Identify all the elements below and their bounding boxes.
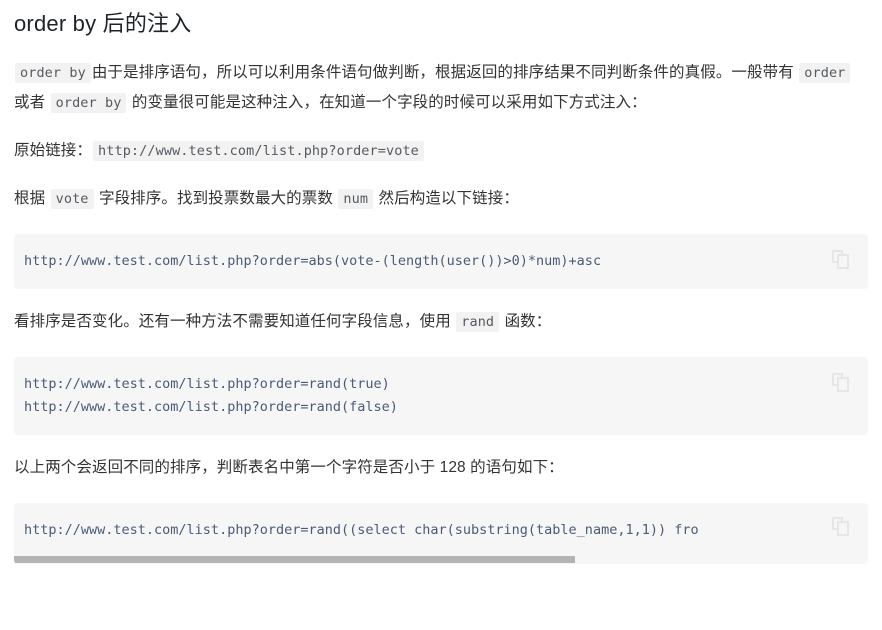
- code-block-abs-payload[interactable]: http://www.test.com/list.php?order=abs(v…: [14, 234, 868, 289]
- inline-code-original-url: http://www.test.com/list.php?order=vote: [93, 141, 424, 161]
- sort-text-2: 字段排序。找到投票数最大的票数: [98, 190, 333, 207]
- inline-code-order-by: order by: [15, 63, 91, 83]
- inline-code-order: order: [799, 63, 851, 83]
- copy-icon-front-sheet: [837, 521, 849, 536]
- paragraph-sort-by-vote: 根据 vote 字段排序。找到投票数最大的票数 num 然后构造以下链接：: [14, 184, 868, 214]
- inline-code-vote: vote: [50, 189, 94, 209]
- rand-text-2: 函数：: [504, 313, 552, 330]
- paragraph-table-name-check: 以上两个会返回不同的排序，判断表名中第一个字符是否小于 128 的语句如下：: [14, 453, 868, 483]
- copy-icon-front-sheet: [837, 377, 849, 392]
- page-title: order by 后的注入: [14, 11, 192, 36]
- code-block-table-name-payload[interactable]: http://www.test.com/list.php?order=rand(…: [14, 503, 868, 564]
- paragraph-intro-text-3: 的变量很可能是这种注入，在知道一个字段的时候可以采用如下方式注入：: [131, 94, 647, 111]
- paragraph-intro-text-1: 由于是排序语句，所以可以利用条件语句做判断，根据返回的排序结果不同判断条件的真假…: [91, 64, 794, 81]
- code-block-abs-payload-content: http://www.test.com/list.php?order=abs(v…: [24, 253, 602, 269]
- sort-text-3: 然后构造以下链接：: [378, 190, 519, 207]
- table-name-check-text: 以上两个会返回不同的排序，判断表名中第一个字符是否小于 128 的语句如下：: [14, 459, 564, 476]
- code-block-horizontal-scrollbar[interactable]: [14, 555, 868, 564]
- copy-icon[interactable]: [832, 250, 850, 270]
- copy-icon-front-sheet: [837, 254, 849, 269]
- paragraph-intro: order by 由于是排序语句，所以可以利用条件语句做判断，根据返回的排序结果不…: [14, 58, 868, 118]
- code-block-table-name-payload-content: http://www.test.com/list.php?order=rand(…: [24, 522, 699, 538]
- copy-icon[interactable]: [832, 373, 850, 393]
- original-link-label: 原始链接：: [14, 142, 93, 159]
- inline-code-rand: rand: [456, 312, 500, 332]
- paragraph-rand-function: 看排序是否变化。还有一种方法不需要知道任何字段信息，使用 rand 函数：: [14, 307, 868, 337]
- article-body: order by 后的注入 order by 由于是排序语句，所以可以利用条件语句…: [0, 8, 882, 630]
- code-block-rand-true-false[interactable]: http://www.test.com/list.php?order=rand(…: [14, 357, 868, 435]
- code-block-scrollbar-thumb[interactable]: [14, 556, 575, 563]
- inline-code-order-by-2: order by: [50, 93, 127, 113]
- code-block-rand-true-false-content: http://www.test.com/list.php?order=rand(…: [24, 376, 398, 415]
- copy-icon[interactable]: [832, 517, 850, 537]
- paragraph-intro-text-2: 或者: [14, 94, 46, 111]
- rand-text-1: 看排序是否变化。还有一种方法不需要知道任何字段信息，使用: [14, 313, 451, 330]
- paragraph-original-link: 原始链接： http://www.test.com/list.php?order=…: [14, 136, 868, 166]
- inline-code-num: num: [338, 189, 374, 209]
- sort-text-1: 根据: [14, 190, 46, 207]
